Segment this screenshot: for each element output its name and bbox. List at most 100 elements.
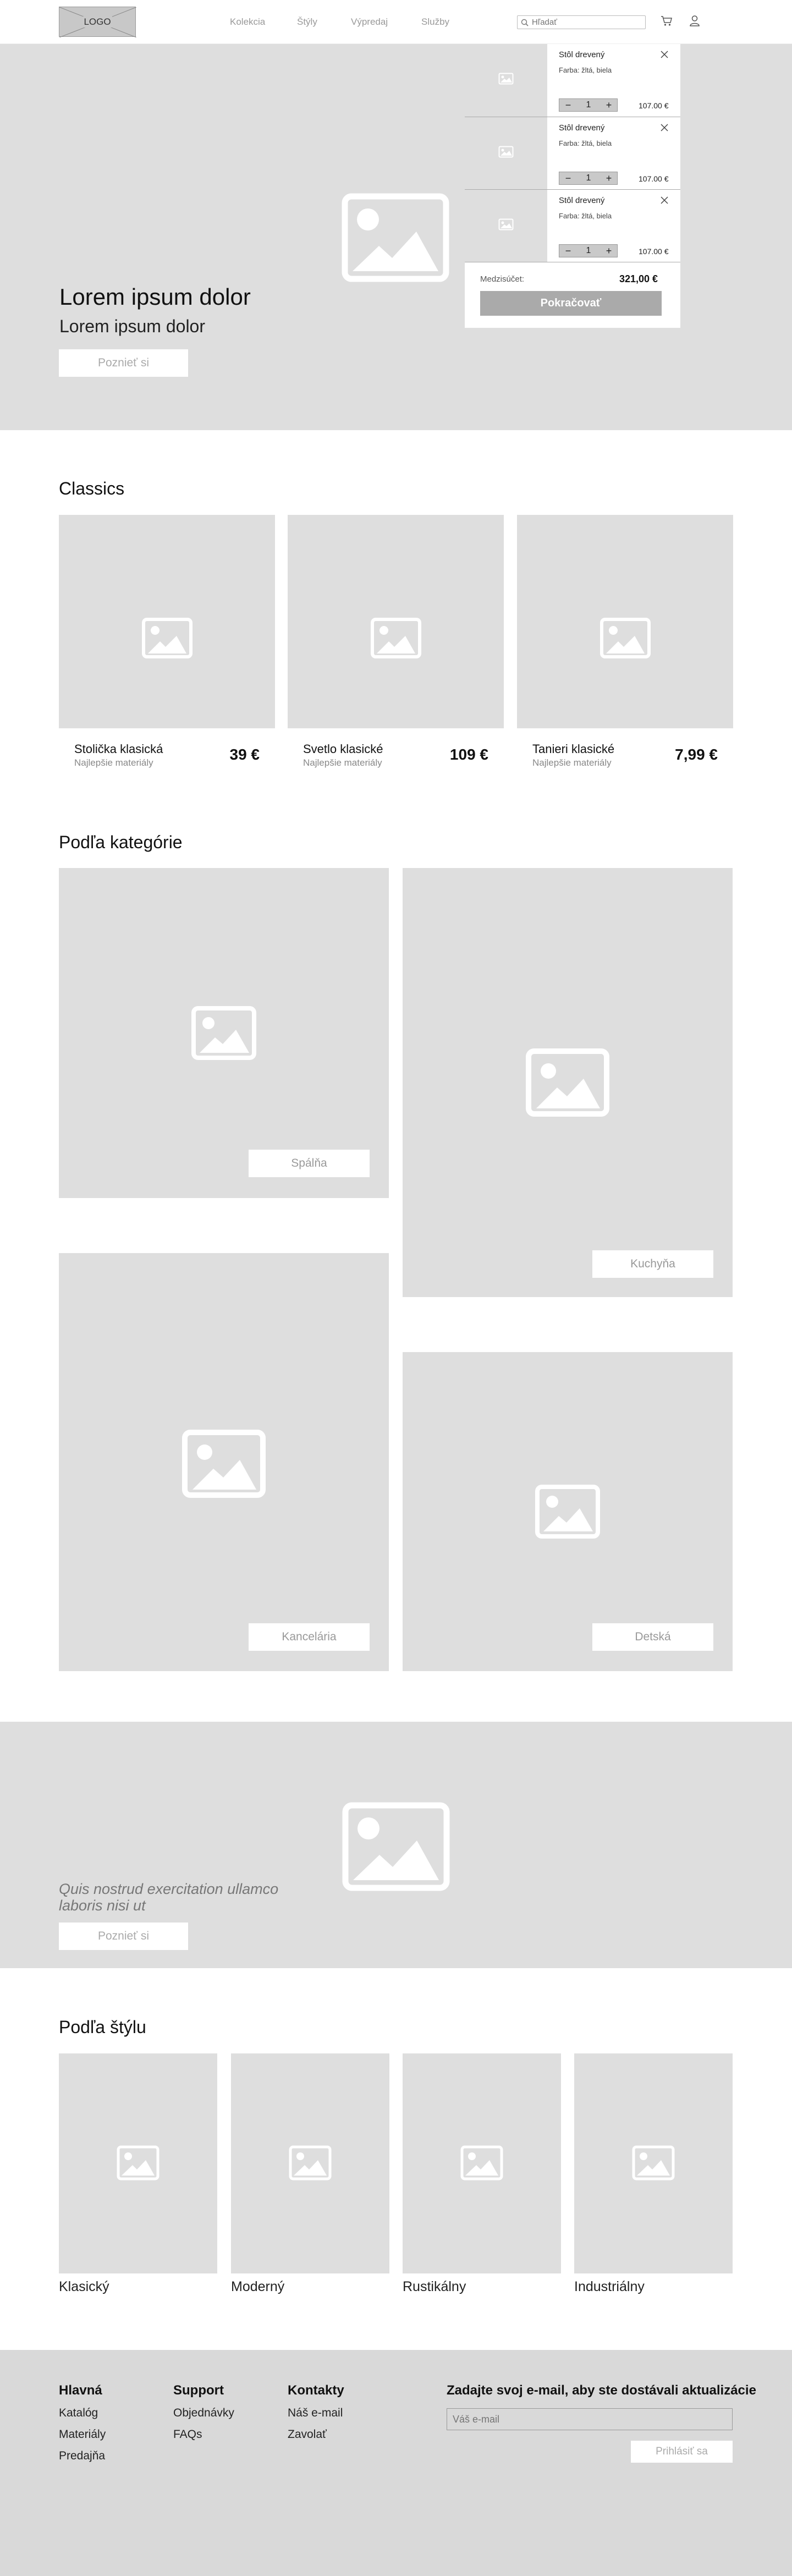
footer-link[interactable]: Zavolať	[288, 2428, 327, 2441]
category-button[interactable]: Kuchyňa	[592, 1250, 713, 1278]
product-image	[59, 515, 275, 728]
cart-item-price: 107.00 €	[639, 174, 669, 183]
cart-item-name: Stôl drevený	[559, 50, 605, 59]
subtotal-value: 321,00 €	[619, 273, 658, 284]
hero-title: Lorem ipsum dolor	[59, 284, 251, 310]
cart-item-price: 107.00 €	[639, 101, 669, 110]
product-price: 109 €	[449, 746, 488, 763]
logo[interactable]: LOGO	[59, 7, 136, 37]
search-box[interactable]	[517, 15, 646, 29]
image-placeholder-icon	[632, 2145, 675, 2180]
footer-column-title: Hlavná	[59, 2383, 102, 2398]
product-subtitle: Najlepšie materiály	[303, 757, 382, 768]
decrease-button[interactable]: −	[562, 245, 575, 257]
newsletter-title: Zadajte svoj e-mail, aby ste dostávali a…	[447, 2383, 756, 2398]
footer-link[interactable]: Predajňa	[59, 2449, 105, 2463]
email-field[interactable]	[447, 2408, 733, 2430]
style-card-rustikalny[interactable]	[403, 2053, 561, 2273]
image-placeholder-icon	[526, 1048, 609, 1117]
increase-button[interactable]: +	[602, 245, 615, 257]
quantity-value[interactable]: 1	[581, 99, 596, 111]
hero-subtitle: Lorem ipsum dolor	[59, 316, 205, 336]
image-placeholder-icon	[600, 618, 651, 658]
product-card[interactable]: Tanieri klasické Najlepšie materiály 7,9…	[517, 515, 733, 768]
image-placeholder-icon	[289, 2145, 332, 2180]
product-image	[288, 515, 504, 728]
hero-learn-more-button[interactable]: Poznieť si	[59, 349, 188, 377]
site-header: LOGO Kolekcia Štýly Výpredaj Služby	[0, 0, 792, 44]
category-button[interactable]: Spálňa	[249, 1150, 370, 1177]
close-icon[interactable]	[661, 124, 668, 131]
style-card-klasicky[interactable]	[59, 2053, 217, 2273]
close-icon[interactable]	[661, 51, 668, 58]
footer-link[interactable]: Katalóg	[59, 2407, 98, 2420]
logo-text: LOGO	[82, 16, 112, 28]
increase-button[interactable]: +	[602, 172, 615, 184]
decrease-button[interactable]: −	[562, 172, 575, 184]
increase-button[interactable]: +	[602, 99, 615, 111]
product-name: Stolička klasická	[74, 742, 163, 756]
classics-title: Classics	[59, 479, 125, 498]
cart-item: Stôl drevený Farba: žltá, biela − 1 + 10…	[465, 44, 680, 117]
style-label[interactable]: Industriálny	[574, 2279, 645, 2295]
hero-image-placeholder-icon	[342, 193, 449, 282]
product-subtitle: Najlepšie materiály	[532, 757, 612, 768]
nav-kolekcia[interactable]: Kolekcia	[230, 17, 265, 28]
product-image	[517, 515, 733, 728]
nav-styly[interactable]: Štýly	[297, 17, 317, 28]
image-placeholder-icon	[498, 73, 514, 85]
user-icon[interactable]	[689, 15, 700, 27]
category-card-kancelaria[interactable]: Kancelária	[59, 1253, 389, 1671]
quantity-value[interactable]: 1	[581, 245, 596, 257]
quantity-value[interactable]: 1	[581, 172, 596, 184]
footer-link[interactable]: FAQs	[173, 2428, 202, 2441]
style-label[interactable]: Klasický	[59, 2279, 109, 2295]
footer-link[interactable]: Objednávky	[173, 2407, 234, 2420]
cart-icon[interactable]	[661, 15, 673, 26]
continue-button[interactable]: Pokračovať	[480, 291, 662, 316]
footer-link[interactable]: Materiály	[59, 2428, 106, 2441]
style-card-moderny[interactable]	[231, 2053, 389, 2273]
search-icon	[521, 19, 529, 26]
cart-item-price: 107.00 €	[639, 247, 669, 256]
nav-sluzby[interactable]: Služby	[421, 17, 449, 28]
cart-item-name: Stôl drevený	[559, 123, 605, 133]
category-card-kuchyna[interactable]: Kuchyňa	[403, 868, 733, 1297]
image-placeholder-icon	[191, 1006, 256, 1060]
category-button[interactable]: Kancelária	[249, 1623, 370, 1651]
search-input[interactable]	[532, 17, 642, 28]
product-name: Tanieri klasické	[532, 742, 615, 756]
product-card[interactable]: Svetlo klasické Najlepšie materiály 109 …	[288, 515, 504, 768]
promo-text: Quis nostrud exercitation ullamco labori…	[59, 1881, 279, 1914]
cart-item: Stôl drevený Farba: žltá, biela − 1 + 10…	[465, 117, 680, 190]
promo-learn-more-button[interactable]: Poznieť si	[59, 1923, 188, 1950]
product-price: 39 €	[229, 746, 260, 763]
cart-item-thumbnail	[465, 44, 547, 117]
category-card-detska[interactable]: Detská	[403, 1352, 733, 1671]
nav-vypredaj[interactable]: Výpredaj	[351, 17, 388, 28]
style-card-industrialny[interactable]	[574, 2053, 733, 2273]
product-card[interactable]: Stolička klasická Najlepšie materiály 39…	[59, 515, 275, 768]
image-placeholder-icon	[117, 2145, 160, 2180]
image-placeholder-icon	[498, 146, 514, 158]
promo-banner: Quis nostrud exercitation ullamco labori…	[0, 1722, 792, 1968]
site-footer: Hlavná Katalóg Materiály Predajňa Suppor…	[0, 2350, 792, 2576]
decrease-button[interactable]: −	[562, 99, 575, 111]
subscribe-button[interactable]: Prihlásiť sa	[631, 2441, 733, 2463]
cart-item: Stôl drevený Farba: žltá, biela − 1 + 10…	[465, 189, 680, 262]
image-placeholder-icon	[535, 1485, 600, 1539]
cart-item-color: Farba: žltá, biela	[559, 212, 612, 220]
cart-item-name: Stôl drevený	[559, 196, 605, 205]
quantity-stepper: − 1 +	[559, 172, 618, 185]
category-button[interactable]: Detská	[592, 1623, 713, 1651]
quantity-stepper: − 1 +	[559, 98, 618, 112]
footer-link[interactable]: Náš e-mail	[288, 2407, 343, 2420]
style-label[interactable]: Rustikálny	[403, 2279, 466, 2295]
styles-title: Podľa štýlu	[59, 2017, 146, 2037]
cart-summary: Medzisúčet: 321,00 € Pokračovať	[465, 262, 680, 328]
style-label[interactable]: Moderný	[231, 2279, 284, 2295]
cart-item-thumbnail	[465, 117, 547, 190]
close-icon[interactable]	[661, 196, 668, 204]
category-card-spalna[interactable]: Spálňa	[59, 868, 389, 1198]
categories-title: Podľa kategórie	[59, 832, 183, 852]
